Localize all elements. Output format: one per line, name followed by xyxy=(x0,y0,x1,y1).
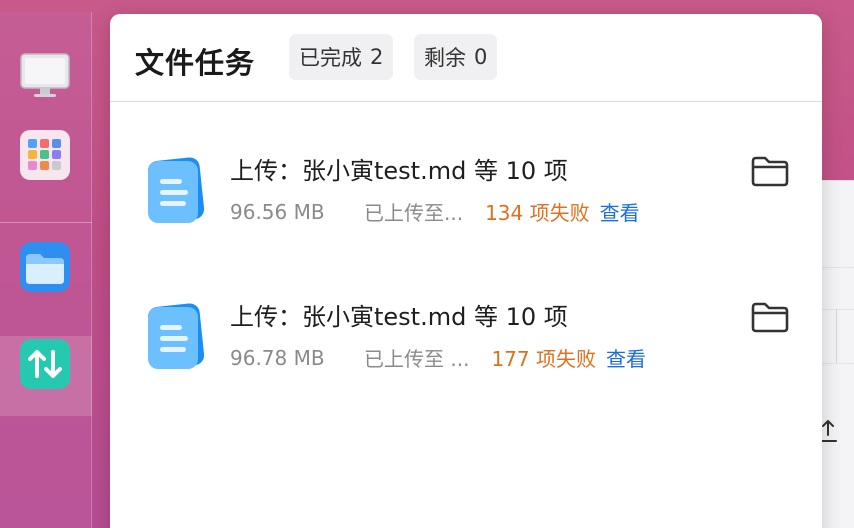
remaining-label: 剩余 xyxy=(424,46,466,70)
task-meta: 96.78 MB 已上传至 ... 177 项失败 查看 xyxy=(230,343,646,372)
task-title: 上传：张小寅test.md 等 10 项 xyxy=(230,303,568,331)
task-failed-count: 177 项失败 xyxy=(491,347,596,371)
remaining-badge[interactable]: 剩余 0 xyxy=(414,34,498,80)
folder-icon[interactable] xyxy=(748,151,792,191)
panel-title: 文件任务 xyxy=(135,46,256,80)
file-tasks-panel: 文件任务 已完成 2 剩余 0 上传：张小寅test.md 等 10 项 96.… xyxy=(110,14,822,528)
folder-icon[interactable] xyxy=(748,297,792,337)
task-status: 已上传至 ... xyxy=(364,347,470,371)
document-icon xyxy=(147,303,205,369)
task-title: 上传：张小寅test.md 等 10 项 xyxy=(230,157,568,185)
dock-sidebar xyxy=(0,12,92,528)
transfer-icon[interactable] xyxy=(18,337,72,391)
completed-badge[interactable]: 已完成 2 xyxy=(289,34,394,80)
panel-header: 文件任务 已完成 2 剩余 0 xyxy=(110,14,822,102)
completed-label: 已完成 xyxy=(299,46,362,70)
task-failed-count: 134 项失败 xyxy=(485,201,590,225)
monitor-icon[interactable] xyxy=(18,48,72,102)
document-icon xyxy=(147,157,205,223)
files-icon[interactable] xyxy=(18,240,72,294)
task-meta: 96.56 MB 已上传至... 134 项失败 查看 xyxy=(230,197,640,226)
view-link[interactable]: 查看 xyxy=(600,197,640,226)
completed-count: 2 xyxy=(370,45,384,69)
view-link[interactable]: 查看 xyxy=(606,343,646,372)
task-status: 已上传至... xyxy=(364,201,464,225)
dock-separator xyxy=(0,222,92,223)
launchpad-icon[interactable] xyxy=(18,128,72,182)
remaining-count: 0 xyxy=(474,45,488,69)
task-item[interactable]: 上传：张小寅test.md 等 10 项 96.56 MB 已上传至... 13… xyxy=(110,151,822,251)
task-item[interactable]: 上传：张小寅test.md 等 10 项 96.78 MB 已上传至 ... 1… xyxy=(110,297,822,397)
background-column-divider xyxy=(836,309,837,363)
task-size: 96.56 MB xyxy=(230,199,325,224)
task-size: 96.78 MB xyxy=(230,345,325,370)
